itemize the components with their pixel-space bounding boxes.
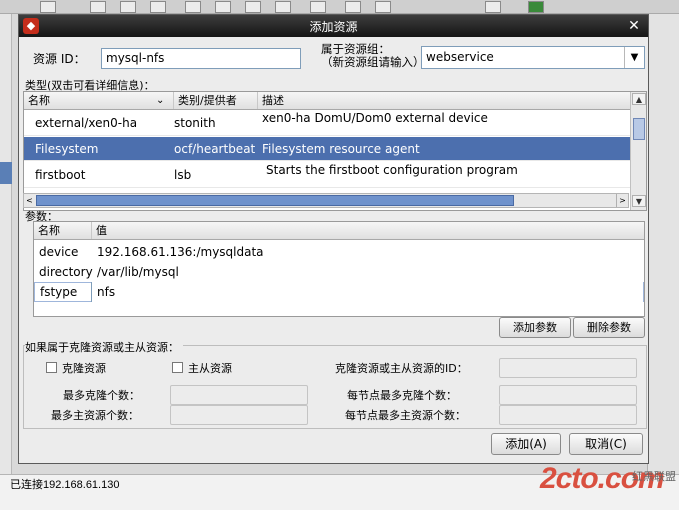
chevron-down-icon[interactable]: ▼: [624, 47, 644, 68]
type-name: external/xen0-ha: [35, 116, 138, 130]
type-name: firstboot: [35, 168, 86, 182]
params-header-value[interactable]: 值: [92, 222, 644, 239]
param-value-input[interactable]: nfs: [91, 282, 643, 302]
scroll-down-icon[interactable]: ▼: [632, 195, 646, 207]
background-tree-selection[interactable]: [0, 162, 12, 184]
background-tree-panel: [0, 14, 12, 474]
close-icon[interactable]: ✕: [625, 17, 643, 35]
toolbar-icon[interactable]: [215, 1, 231, 13]
clone-node-max-input[interactable]: [499, 385, 637, 405]
type-name: Filesystem: [35, 142, 99, 156]
delete-param-button[interactable]: 删除参数: [573, 317, 645, 338]
scroll-left-icon[interactable]: <: [24, 194, 35, 207]
params-header-name[interactable]: 名称: [34, 222, 92, 239]
background-right-panel: [647, 14, 679, 474]
clone-master-id-input[interactable]: [499, 358, 637, 378]
param-value: /var/lib/mysql: [97, 265, 179, 279]
watermark-sub: 红黑联盟: [632, 470, 676, 483]
add-button[interactable]: 添加(A): [491, 433, 561, 455]
toolbar-icon[interactable]: [485, 1, 501, 13]
chevron-down-icon[interactable]: ⌄: [156, 92, 164, 109]
param-name: device: [39, 245, 79, 259]
type-table-row[interactable]: external/xen0-ha stonith xen0-ha DomU/Do…: [24, 110, 630, 136]
type-table-row-selected[interactable]: Filesystem ocf/heartbeat Filesystem reso…: [24, 137, 630, 161]
toolbar-icon[interactable]: [275, 1, 291, 13]
clone-checkbox[interactable]: [46, 362, 57, 373]
toolbar-icon[interactable]: [345, 1, 361, 13]
master-node-max-input[interactable]: [499, 405, 637, 425]
background-toolbar: [0, 0, 679, 14]
toolbar-icon[interactable]: [150, 1, 166, 13]
type-table-header: 名称 ⌄ 类别/提供者 描述: [24, 92, 630, 110]
resource-id-input[interactable]: mysql-nfs: [101, 48, 301, 69]
scroll-up-icon[interactable]: ▲: [632, 93, 646, 105]
status-text: 已连接192.168.61.130: [10, 479, 120, 491]
type-description: Starts the firstboot configuration progr…: [266, 163, 518, 177]
max-clones-input[interactable]: [170, 385, 308, 405]
resource-group-label: 属于资源组： （新资源组请输入）: [321, 43, 425, 69]
toolbar-icon[interactable]: [90, 1, 106, 13]
clone-section-label: 如果属于克隆资源或主从资源：: [25, 339, 183, 355]
toolbar-icon[interactable]: [120, 1, 136, 13]
resource-group-value: webservice: [426, 50, 494, 64]
type-description: xen0-ha DomU/Dom0 external device: [262, 111, 488, 125]
resource-group-select[interactable]: webservice ▼: [421, 46, 645, 69]
toolbar-icon[interactable]: [185, 1, 201, 13]
params-table-row-editing[interactable]: fstype nfs: [34, 282, 644, 302]
param-value: 192.168.61.136:/mysqldata: [97, 245, 264, 259]
clone-checkbox-label: 克隆资源: [62, 362, 106, 375]
add-param-button[interactable]: 添加参数: [499, 317, 571, 338]
master-slave-checkbox-label: 主从资源: [188, 362, 232, 375]
clone-node-max-label: 每节点最多克隆个数：: [347, 389, 457, 402]
exit-icon[interactable]: [528, 1, 544, 13]
param-name: directory: [39, 265, 93, 279]
params-table-row[interactable]: directory /var/lib/mysql: [34, 262, 644, 282]
column-header-name-label: 名称: [28, 94, 50, 107]
type-provider: lsb: [174, 168, 192, 182]
params-table-header: 名称 值: [34, 222, 644, 240]
type-table-vertical-scrollbar[interactable]: ▲ ▼: [630, 92, 646, 210]
params-table: 名称 值 device 192.168.61.136:/mysqldata di…: [33, 221, 645, 317]
resource-id-label: 资源 ID：: [33, 52, 86, 66]
column-header-provider[interactable]: 类别/提供者: [174, 92, 258, 109]
type-provider: ocf/heartbeat: [174, 142, 256, 156]
toolbar-icon[interactable]: [375, 1, 391, 13]
column-header-description[interactable]: 描述: [258, 92, 630, 109]
horizontal-scroll-thumb[interactable]: [36, 195, 514, 206]
master-node-max-label: 每节点最多主资源个数：: [345, 409, 466, 422]
max-masters-label: 最多主资源个数：: [51, 409, 139, 422]
dialog-title: 添加资源: [309, 20, 358, 34]
scroll-right-icon[interactable]: >: [616, 194, 628, 207]
dialog-titlebar[interactable]: ◆ 添加资源 ✕: [19, 15, 648, 37]
type-provider: stonith: [174, 116, 216, 130]
clone-master-id-label: 克隆资源或主从资源的ID：: [335, 362, 468, 375]
cancel-button[interactable]: 取消(C): [569, 433, 643, 455]
column-header-name[interactable]: 名称 ⌄: [24, 92, 174, 109]
toolbar-icon[interactable]: [310, 1, 326, 13]
watermark-logo: 2cto.com 红黑联盟: [540, 462, 679, 506]
type-table-row[interactable]: firstboot lsb Starts the firstboot confi…: [24, 162, 630, 188]
max-clones-label: 最多克隆个数：: [63, 389, 140, 402]
master-slave-checkbox[interactable]: [172, 362, 183, 373]
toolbar-icon[interactable]: [40, 1, 56, 13]
max-masters-input[interactable]: [170, 405, 308, 425]
vertical-scroll-thumb[interactable]: [633, 118, 645, 140]
toolbar-icon[interactable]: [245, 1, 261, 13]
add-resource-dialog: ◆ 添加资源 ✕ 资源 ID： mysql-nfs 属于资源组： （新资源组请输…: [18, 14, 649, 464]
param-name: fstype: [40, 285, 78, 299]
resource-group-label-line2: （新资源组请输入）: [321, 55, 425, 69]
params-table-row[interactable]: device 192.168.61.136:/mysqldata: [34, 242, 644, 262]
type-description: Filesystem resource agent: [262, 142, 420, 156]
type-table-horizontal-scrollbar[interactable]: < >: [23, 193, 629, 208]
